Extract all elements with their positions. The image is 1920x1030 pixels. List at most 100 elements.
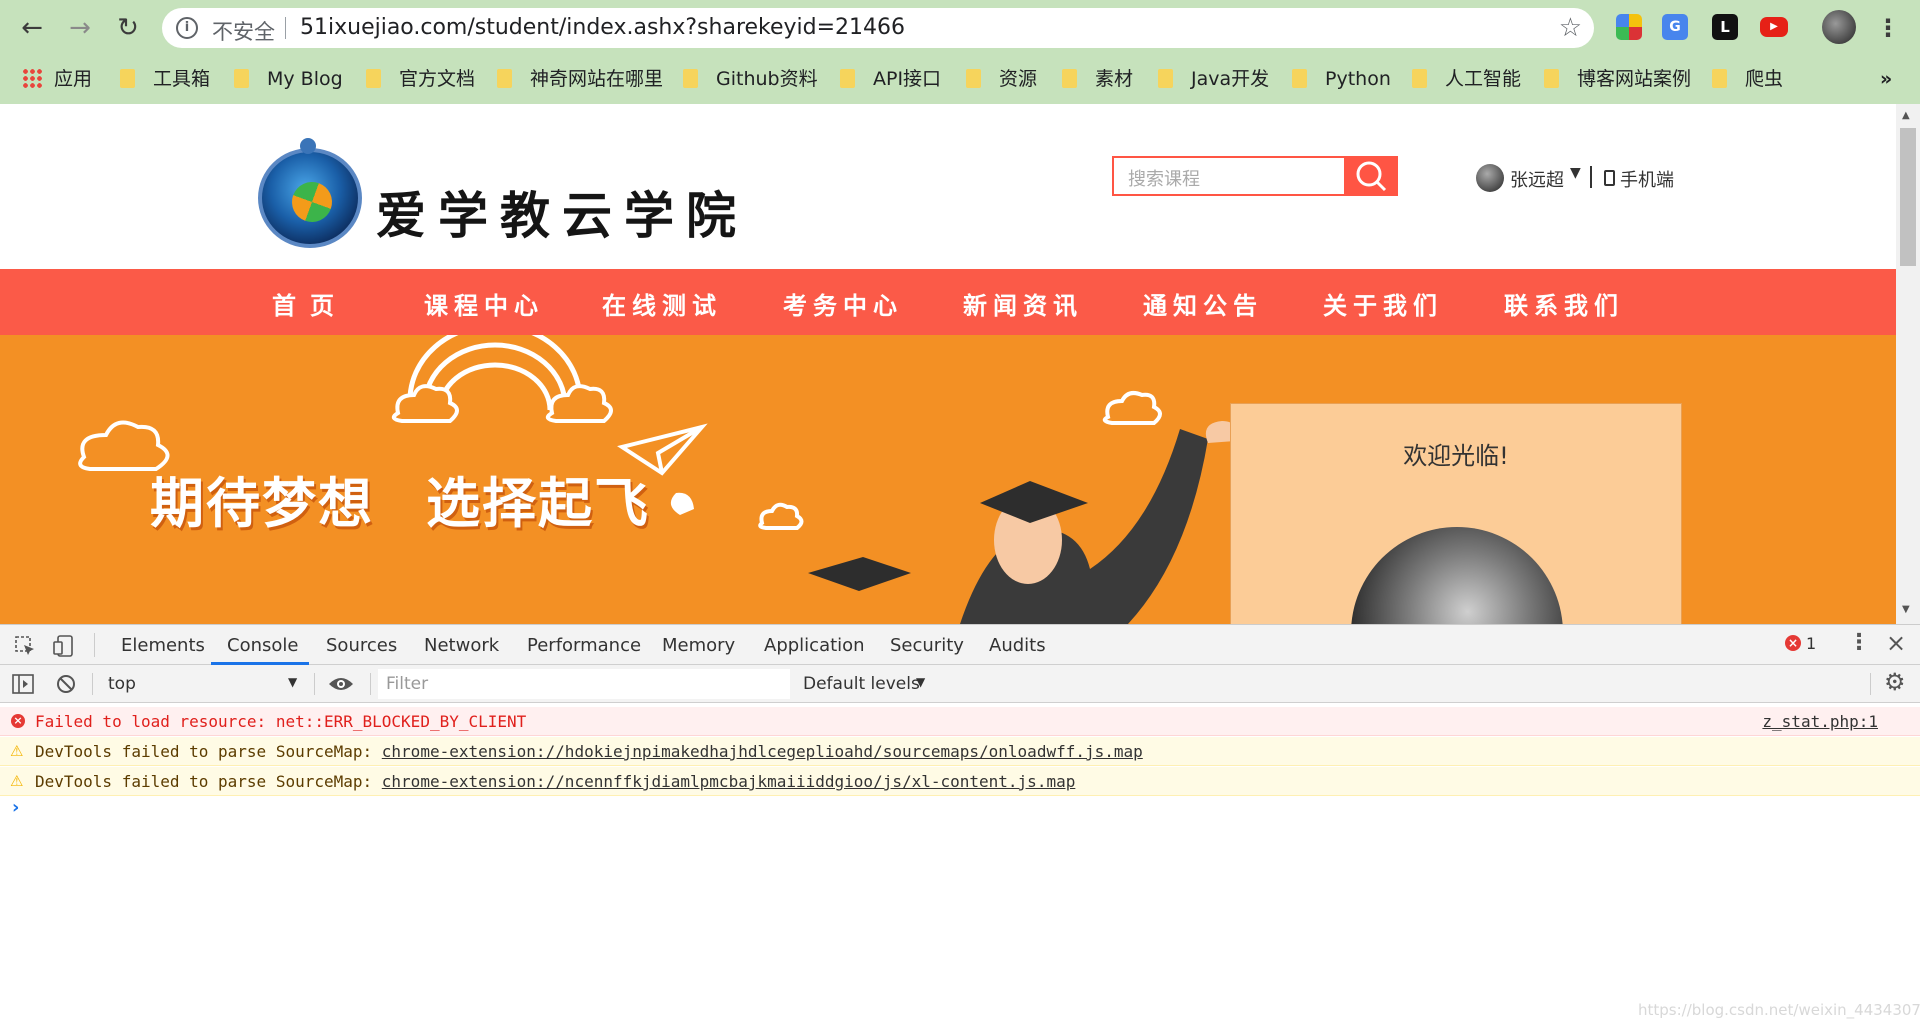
- devtools-tabbar: Elements Console Sources Network Perform…: [0, 625, 1920, 665]
- nav-item-contact[interactable]: 联系我们: [1504, 286, 1624, 321]
- devtools-menu-icon[interactable]: ⋮: [1848, 630, 1870, 655]
- bookmark-folder[interactable]: API接口: [840, 64, 941, 94]
- bookmark-label: 官方文档: [399, 68, 476, 90]
- sourcemap-link[interactable]: chrome-extension://ncennffkjdiamlpmcbajk…: [382, 772, 1076, 791]
- web-page: 爱学教云学院 搜索课程 张远超 ▼ 手机端 首页 课程中心 在线测试 考务中心 …: [0, 104, 1896, 624]
- tab-sources[interactable]: Sources: [326, 635, 397, 656]
- sidebar-toggle-icon[interactable]: [12, 674, 34, 694]
- devtools-panel: Elements Console Sources Network Perform…: [0, 624, 1920, 1030]
- nav-item-notices[interactable]: 通知公告: [1143, 286, 1263, 321]
- bookmarks-overflow-icon[interactable]: »: [1880, 64, 1892, 94]
- console-toolbar: top ▼ Filter Default levels ▼ ⚙: [0, 665, 1920, 703]
- bookmark-folder[interactable]: 博客网站案例: [1544, 64, 1691, 94]
- toolbar-divider: [314, 673, 315, 695]
- folder-icon: [683, 69, 698, 88]
- bookmark-folder[interactable]: Python: [1292, 64, 1391, 94]
- context-dropdown-icon[interactable]: ▼: [288, 675, 297, 689]
- logo-top-dot: [300, 138, 316, 154]
- device-toolbar-icon[interactable]: [52, 634, 76, 658]
- bookmark-folder[interactable]: 资源: [966, 64, 1037, 94]
- tab-console[interactable]: Console: [227, 635, 298, 656]
- scrollbar-thumb[interactable]: [1900, 128, 1916, 266]
- clear-console-icon[interactable]: [56, 674, 76, 694]
- address-divider: [285, 17, 286, 39]
- error-source-link[interactable]: z_stat.php:1: [1762, 707, 1878, 736]
- user-avatar[interactable]: [1476, 164, 1504, 192]
- extension-l-icon[interactable]: L: [1712, 14, 1738, 40]
- site-logo-icon[interactable]: [258, 148, 362, 248]
- bookmark-folder[interactable]: 神奇网站在哪里: [497, 64, 663, 94]
- bookmark-label: 应用: [54, 68, 93, 90]
- url-text[interactable]: 51ixuejiao.com/student/index.ashx?sharek…: [300, 15, 905, 40]
- forward-arrow-icon[interactable]: →: [64, 12, 96, 44]
- bookmark-label: 神奇网站在哪里: [530, 68, 664, 90]
- filter-placeholder: Filter: [386, 674, 429, 694]
- menu-dots-icon[interactable]: ⋮: [1872, 12, 1904, 44]
- inspect-element-icon[interactable]: [14, 635, 36, 657]
- banner-slogan-2: 选择起飞: [426, 472, 650, 535]
- tab-memory[interactable]: Memory: [662, 635, 735, 656]
- nav-item-online-test[interactable]: 在线测试: [602, 286, 722, 321]
- page-scrollbar[interactable]: ▲ ▼: [1896, 104, 1920, 624]
- mobile-link[interactable]: 手机端: [1620, 166, 1674, 192]
- tab-network[interactable]: Network: [424, 635, 499, 656]
- log-levels-select[interactable]: Default levels: [803, 674, 920, 694]
- tab-application[interactable]: Application: [764, 635, 865, 656]
- site-logo-text[interactable]: 爱学教云学院: [376, 176, 748, 248]
- warning-message: DevTools failed to parse SourceMap: chro…: [35, 737, 1143, 766]
- eye-icon[interactable]: [328, 675, 354, 693]
- bookmark-folder[interactable]: 官方文档: [366, 64, 475, 94]
- tab-divider: [94, 633, 95, 657]
- levels-dropdown-icon[interactable]: ▼: [916, 675, 925, 689]
- warning-prefix: DevTools failed to parse SourceMap:: [35, 742, 382, 761]
- scroll-down-icon[interactable]: ▼: [1902, 604, 1910, 615]
- bookmark-folder[interactable]: Java开发: [1158, 64, 1269, 94]
- nav-item-news[interactable]: 新闻资讯: [963, 286, 1083, 321]
- warning-icon: ⚠: [10, 742, 24, 760]
- close-devtools-icon[interactable]: ×: [1886, 629, 1906, 657]
- tab-performance[interactable]: Performance: [527, 635, 641, 656]
- mobile-phone-icon: [1604, 170, 1615, 186]
- back-arrow-icon[interactable]: ←: [16, 12, 48, 44]
- search-button[interactable]: [1344, 156, 1398, 196]
- nav-item-exam-center[interactable]: 考务中心: [783, 286, 903, 321]
- main-nav: 首页 课程中心 在线测试 考务中心 新闻资讯 通知公告 关于我们 联系我们: [0, 269, 1896, 335]
- bookmark-folder[interactable]: 工具箱: [120, 64, 210, 94]
- bookmark-folder[interactable]: 人工智能: [1412, 64, 1521, 94]
- console-warning-row: ⚠ DevTools failed to parse SourceMap: ch…: [0, 737, 1920, 766]
- context-select[interactable]: top: [108, 674, 136, 694]
- reload-icon[interactable]: ↻: [112, 12, 144, 44]
- nav-item-home[interactable]: 首页: [272, 286, 348, 321]
- username[interactable]: 张远超: [1510, 166, 1564, 192]
- bookmark-folder[interactable]: 爬虫: [1712, 64, 1783, 94]
- bookmark-folder[interactable]: 素材: [1062, 64, 1133, 94]
- bookmark-label: 素材: [1095, 68, 1134, 90]
- bookmark-folder[interactable]: My Blog: [234, 64, 343, 94]
- folder-icon: [234, 69, 249, 88]
- console-prompt-icon[interactable]: ›: [12, 797, 19, 818]
- welcome-text: 欢迎光临!: [1403, 442, 1509, 470]
- bookmark-apps[interactable]: 应用: [22, 64, 92, 94]
- sourcemap-link[interactable]: chrome-extension://hdokiejnpimakedhajhdl…: [382, 742, 1143, 761]
- extension-colorful-icon[interactable]: [1616, 14, 1642, 40]
- bookmark-folder[interactable]: Github资料: [683, 64, 818, 94]
- scroll-up-icon[interactable]: ▲: [1902, 110, 1910, 121]
- search-input[interactable]: 搜索课程: [1128, 165, 1200, 191]
- error-icon[interactable]: ×: [1785, 635, 1801, 651]
- hero-banner[interactable]: 期待梦想 选择起飞 欢迎光临!: [0, 335, 1896, 624]
- bookmark-star-icon[interactable]: ☆: [1559, 13, 1582, 43]
- tab-audits[interactable]: Audits: [989, 635, 1046, 656]
- filter-input[interactable]: Filter: [378, 669, 790, 699]
- dropdown-caret-icon[interactable]: ▼: [1570, 165, 1581, 181]
- youtube-icon[interactable]: ▶: [1760, 17, 1788, 37]
- error-count[interactable]: 1: [1806, 634, 1816, 653]
- info-icon[interactable]: i: [176, 17, 198, 39]
- address-bar[interactable]: i 不安全 51ixuejiao.com/student/index.ashx?…: [162, 8, 1594, 48]
- tab-security[interactable]: Security: [890, 635, 964, 656]
- profile-avatar[interactable]: [1822, 10, 1856, 44]
- tab-elements[interactable]: Elements: [121, 635, 205, 656]
- nav-item-about[interactable]: 关于我们: [1323, 286, 1443, 321]
- google-translate-icon[interactable]: G: [1662, 14, 1688, 40]
- console-settings-gear-icon[interactable]: ⚙: [1884, 668, 1906, 696]
- nav-item-courses[interactable]: 课程中心: [424, 286, 544, 321]
